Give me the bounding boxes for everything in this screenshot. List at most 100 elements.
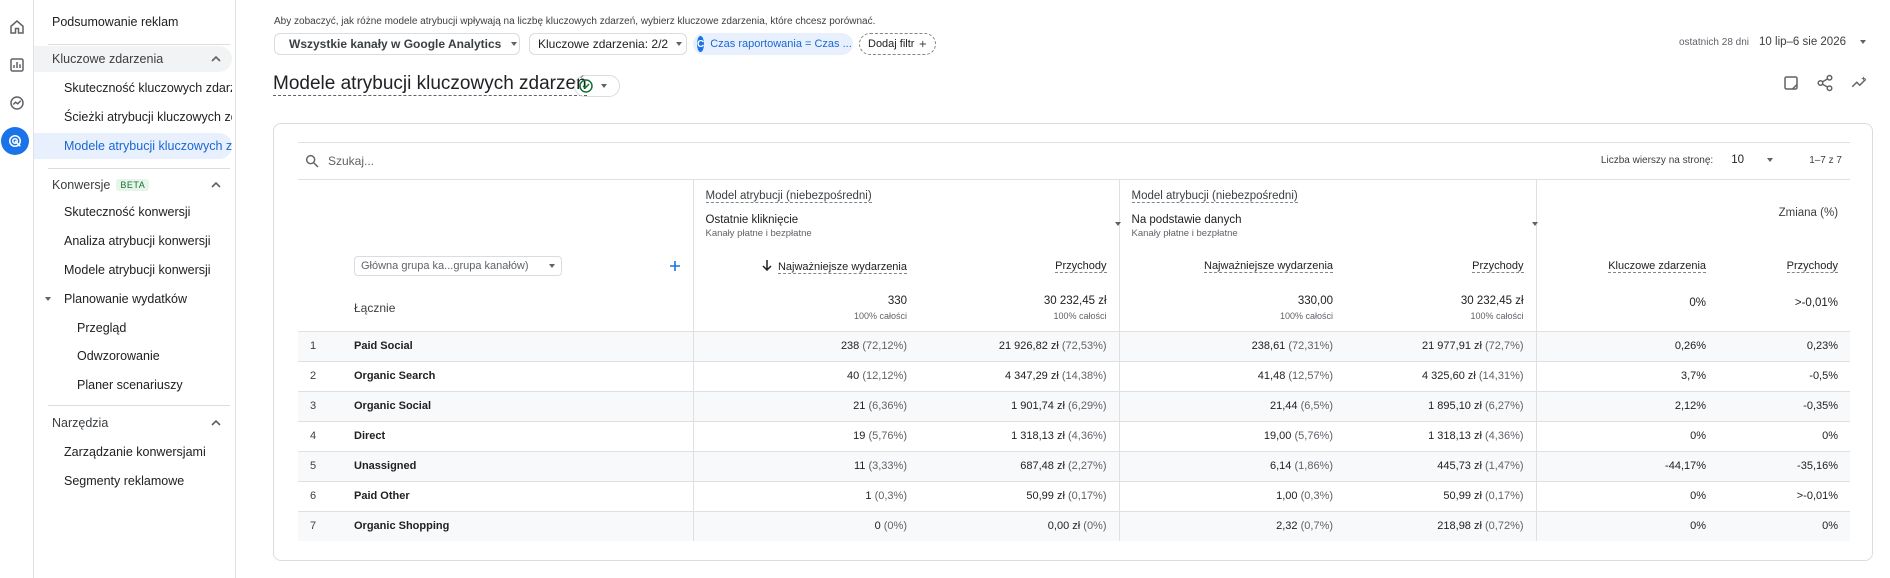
value: 445,73 zł	[1437, 460, 1482, 472]
sidebar-item-conversion-performance[interactable]: Skuteczność konwersji	[34, 199, 232, 225]
value-percent: (4,36%)	[1485, 430, 1524, 442]
value: 1	[865, 490, 872, 502]
beta-badge: BETA	[116, 179, 150, 191]
sidebar-section-key-events[interactable]: Kluczowe zdarzenia	[34, 46, 232, 72]
icon-rail	[0, 0, 34, 578]
value-percent: (12,12%)	[862, 370, 907, 382]
caret-down-icon	[45, 297, 51, 301]
title-status-badge[interactable]	[574, 75, 620, 97]
table-row[interactable]: 5 Unassigned 11 (3,33%) 687,48 zł (2,27%…	[298, 450, 1851, 481]
value-percent: (14,38%)	[1061, 370, 1107, 382]
value: 11	[853, 460, 866, 472]
col-change-key-events[interactable]: Kluczowe zdarzenia	[1535, 246, 1719, 286]
value-percent: (6,5%)	[1300, 400, 1334, 412]
key-events-selector[interactable]: Kluczowe zdarzenia: 2/2	[529, 33, 687, 55]
value-percent: (0,17%)	[1485, 490, 1524, 502]
table-row[interactable]: 7 Organic Shopping 0 (0%) 0,00 zł (0%) 2…	[298, 510, 1851, 541]
sidebar-item-spend-planning[interactable]: Planowanie wydatków	[34, 286, 232, 312]
share-icon[interactable]	[1816, 74, 1834, 92]
change-value: 0,26%	[1674, 340, 1707, 352]
add-dimension-icon[interactable]	[669, 260, 681, 272]
table-row[interactable]: 6 Paid Other 1 (0,3%) 50,99 zł (0,17%) 1…	[298, 480, 1851, 511]
sidebar-item-conversion-models[interactable]: Modele atrybucji konwersji	[34, 257, 232, 283]
model-right-header[interactable]: Model atrybucji (niebezpośredni) Na pods…	[1118, 180, 1538, 246]
sidebar-section-conversions[interactable]: Konwersje BETA	[34, 172, 232, 198]
attribution-table-card: Szukaj... Liczba wierszy na stronę: 10 1…	[273, 123, 1873, 561]
value-percent: (0%)	[1083, 520, 1107, 533]
row-index: 5	[310, 460, 317, 472]
model-left-header[interactable]: Model atrybucji (niebezpośredni) Ostatni…	[692, 180, 1121, 246]
value-percent: (72,7%)	[1485, 340, 1524, 352]
sidebar-item-scenario-planner[interactable]: Planer scenariuszy	[34, 372, 232, 398]
edit-report-icon[interactable]	[1782, 74, 1800, 92]
row-index: 6	[310, 490, 317, 502]
col-right-revenue[interactable]: Przychody	[1345, 246, 1536, 286]
value-percent: (4,36%)	[1067, 430, 1107, 442]
value-percent: (5,76%)	[1294, 430, 1334, 442]
col-change-revenue[interactable]: Przychody	[1718, 246, 1850, 286]
sidebar-item-conversion-management[interactable]: Zarządzanie konwersjami	[34, 439, 232, 465]
change-value: 0%	[1822, 430, 1839, 442]
sidebar-item-conversion-attribution[interactable]: Analiza atrybucji konwersji	[34, 228, 232, 254]
channel-name: Organic Shopping	[354, 520, 450, 533]
chevron-up-icon	[211, 55, 221, 62]
change-value: 3,7%	[1680, 370, 1707, 382]
filter-chip-reporting-time[interactable]: C Czas raportowania = Czas ...	[693, 33, 853, 55]
insights-icon[interactable]	[1850, 74, 1868, 92]
channel-selector[interactable]: Wszystkie kanały w Google Analytics	[274, 33, 520, 55]
value: 1 318,13 zł	[1428, 430, 1482, 442]
value: 21 926,82 zł	[998, 340, 1059, 352]
table-row[interactable]: 4 Direct 19 (5,76%) 1 318,13 zł (4,36%) …	[298, 420, 1851, 451]
row-index: 2	[310, 370, 317, 382]
sidebar-item-key-events-models[interactable]: Modele atrybucji kluczowych zdarzeń	[34, 133, 232, 159]
bar-chart-icon[interactable]	[5, 53, 29, 77]
rows-per-page-select[interactable]: 10	[1731, 154, 1777, 166]
chevron-up-icon	[211, 419, 221, 426]
value: 1,00	[1276, 490, 1298, 502]
value-percent: (72,53%)	[1061, 340, 1107, 352]
add-filter-button[interactable]: Dodaj filtr	[859, 33, 936, 55]
advertising-icon[interactable]	[1, 127, 29, 155]
value-percent: (5,76%)	[868, 430, 907, 442]
col-left-key-events[interactable]: Najważniejsze wydarzenia	[692, 246, 919, 286]
channel-name: Organic Social	[354, 400, 432, 412]
dimension-header: Główna grupa ka...grupa kanałów)	[342, 246, 693, 286]
value: 0,00 zł	[1047, 520, 1081, 533]
change-value: -44,17%	[1665, 460, 1707, 472]
col-right-key-events[interactable]: Najważniejsze wydarzenia	[1118, 246, 1346, 286]
sidebar-item-key-events-paths[interactable]: Ścieżki atrybucji kluczowych zdarzeń	[34, 104, 232, 130]
sidebar-item-key-events-performance[interactable]: Skuteczność kluczowych zdarzeń	[34, 75, 232, 101]
check-circle-icon	[579, 79, 593, 93]
table-row[interactable]: 3 Organic Social 21 (6,36%) 1 901,74 zł …	[298, 390, 1851, 421]
change-value: 0%	[1822, 520, 1839, 533]
value-percent: (0%)	[883, 520, 907, 533]
sidebar-section-tools[interactable]: Narzędzia	[34, 410, 232, 436]
table-row[interactable]: 1 Paid Social 238 (72,12%) 21 926,82 zł …	[298, 330, 1851, 361]
dimension-select[interactable]: Główna grupa ka...grupa kanałów)	[354, 256, 562, 276]
caret-down-icon	[676, 42, 683, 46]
date-range-selector[interactable]: ostatnich 28 dni 10 lip–6 sie 2026	[1679, 36, 1866, 48]
caret-down-icon	[601, 84, 607, 88]
sidebar-item-mapping[interactable]: Odwzorowanie	[34, 343, 232, 369]
value: 19	[853, 430, 866, 442]
table-row[interactable]: 2 Organic Search 40 (12,12%) 4 347,29 zł…	[298, 360, 1851, 391]
sidebar-item-overview[interactable]: Przegląd	[34, 315, 232, 341]
channel-name: Paid Other	[354, 490, 410, 502]
value-percent: (12,57%)	[1288, 370, 1334, 382]
value-percent: (6,27%)	[1485, 400, 1524, 412]
value-percent: (6,29%)	[1067, 400, 1107, 412]
change-value: -0,5%	[1809, 370, 1839, 382]
home-icon[interactable]	[5, 15, 29, 39]
sidebar-item-ad-segments[interactable]: Segmenty reklamowe	[34, 468, 232, 494]
col-left-revenue[interactable]: Przychody	[919, 246, 1119, 286]
value: 41,48	[1257, 370, 1286, 382]
sidebar-item-summary[interactable]: Podsumowanie reklam	[34, 9, 232, 35]
value: 1 901,74 zł	[1011, 400, 1065, 412]
explore-icon[interactable]	[5, 91, 29, 115]
value-percent: (2,27%)	[1067, 460, 1107, 472]
row-index: 1	[310, 340, 317, 352]
row-index: 3	[310, 400, 317, 412]
caret-down-icon	[549, 264, 555, 268]
caret-down-icon	[1115, 222, 1121, 226]
search-input[interactable]: Szukaj...	[328, 154, 374, 168]
